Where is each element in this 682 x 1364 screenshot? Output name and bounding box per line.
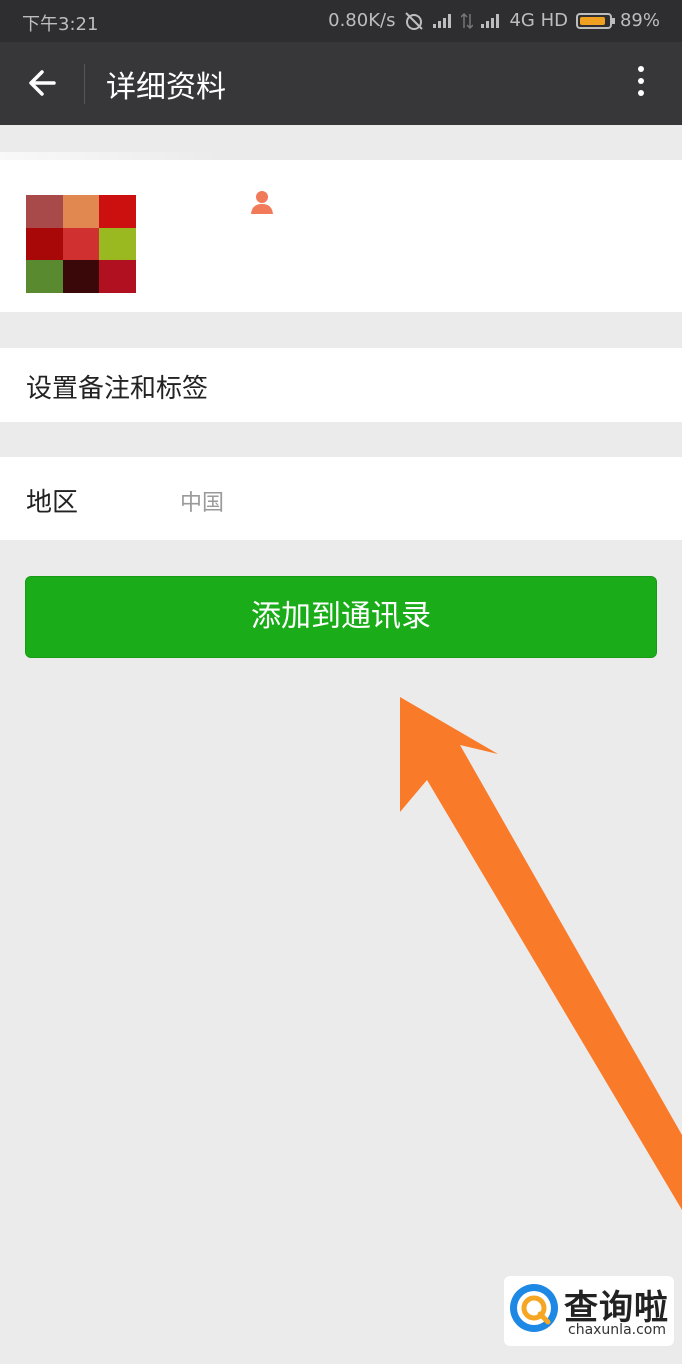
avatar-tile xyxy=(26,195,63,228)
nav-bar: 详细资料 xyxy=(0,42,682,125)
profile-card xyxy=(0,160,682,312)
alarm-off-icon xyxy=(405,11,424,30)
more-options-icon[interactable] xyxy=(638,66,646,102)
contact-person-icon xyxy=(251,191,273,214)
avatar[interactable] xyxy=(26,195,136,293)
nav-divider xyxy=(84,64,85,104)
status-time: 下午3:21 xyxy=(22,14,99,35)
battery-icon xyxy=(575,12,615,29)
page-title: 详细资料 xyxy=(106,70,226,105)
watermark-url: chaxunla.com xyxy=(568,1322,666,1338)
avatar-tile xyxy=(26,227,63,261)
back-arrow-icon[interactable] xyxy=(24,64,62,102)
watermark: 查询啦 chaxunla.com xyxy=(504,1276,674,1346)
status-indicators: 0.80K/s 4G HD 89% xyxy=(328,10,660,31)
avatar-tile xyxy=(62,227,100,261)
region-row: 地区 中国 xyxy=(0,457,682,540)
avatar-tile xyxy=(62,195,100,228)
network-type: 4G HD xyxy=(509,10,568,31)
signal-icon xyxy=(433,13,453,28)
avatar-tile xyxy=(62,260,100,293)
data-transfer-icon xyxy=(461,12,474,29)
status-bar: 下午3:21 0.80K/s 4G HD 89% xyxy=(0,0,682,42)
search-logo-icon xyxy=(510,1284,558,1332)
add-to-contacts-button[interactable]: 添加到通讯录 xyxy=(25,576,657,658)
avatar-tile xyxy=(99,195,136,228)
avatar-tile xyxy=(26,260,63,293)
region-value: 中国 xyxy=(180,491,225,516)
set-remark-and-tags-row[interactable]: 设置备注和标签 xyxy=(0,348,682,422)
avatar-tile xyxy=(99,227,136,261)
remark-label: 设置备注和标签 xyxy=(26,374,209,404)
region-label: 地区 xyxy=(26,488,79,518)
net-speed: 0.80K/s xyxy=(328,10,396,31)
avatar-tile xyxy=(99,260,136,293)
battery-percent: 89% xyxy=(619,10,660,31)
signal-icon-2 xyxy=(481,13,501,28)
